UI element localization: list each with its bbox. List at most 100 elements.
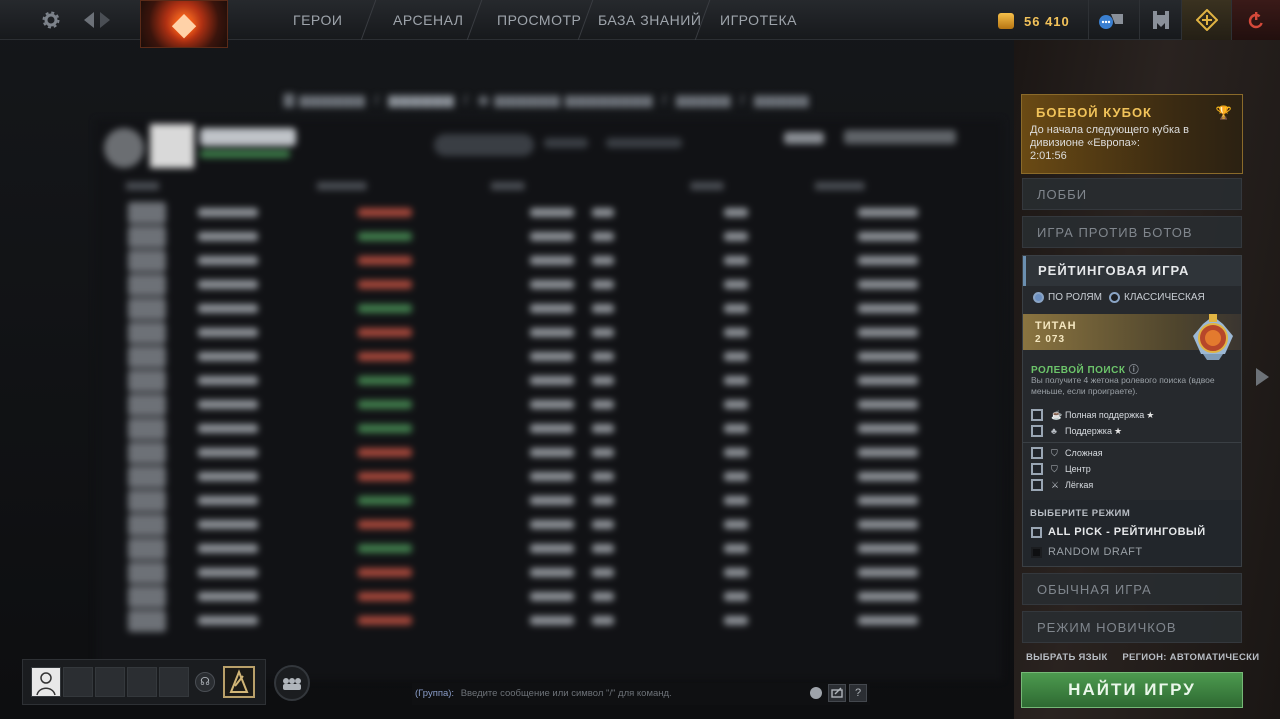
blurred-cell [198, 472, 258, 481]
radio-classic-label: КЛАССИЧЕСКАЯ [1124, 292, 1205, 303]
table-row [126, 370, 986, 392]
normal-game-button[interactable]: ОБЫЧНАЯ ИГРА [1022, 573, 1242, 605]
armory-icon[interactable] [1139, 0, 1181, 40]
blurred-cell [858, 520, 918, 529]
radio-by-roles[interactable]: ПО РОЛЯМ [1033, 292, 1102, 303]
mode-all-pick[interactable]: ALL PICK - РЕЙТИНГОВЫЙ [1031, 526, 1206, 538]
blurred-cell [724, 592, 748, 601]
hero-portrait [128, 418, 166, 440]
radio-classic[interactable]: КЛАССИЧЕСКАЯ [1109, 292, 1205, 303]
find-game-button[interactable]: НАЙТИ ИГРУ [1021, 672, 1243, 708]
table-row [126, 538, 986, 560]
chat-input[interactable]: Введите сообщение или символ "/" для ком… [461, 688, 672, 699]
blurred-cell [858, 496, 918, 505]
power-icon[interactable] [1231, 0, 1280, 40]
blurred-cell [530, 592, 574, 601]
blurred-cell [198, 376, 258, 385]
back-arrow-icon[interactable] [82, 6, 96, 34]
blurred-cell [198, 208, 258, 217]
blurred-cell [358, 376, 412, 385]
newbie-mode-button[interactable]: РЕЖИМ НОВИЧКОВ [1022, 611, 1242, 643]
choose-language-link[interactable]: ВЫБРАТЬ ЯЗЫК [1026, 652, 1108, 663]
table-row [126, 562, 986, 584]
checkbox[interactable] [1031, 546, 1042, 558]
checkbox[interactable] [1031, 409, 1043, 421]
empty-party-slot[interactable] [63, 667, 93, 697]
checkbox[interactable] [1031, 526, 1042, 538]
blurred-cell [858, 616, 918, 625]
role-search-description: Вы получите 4 жетона ролевого поиска (вд… [1031, 375, 1215, 396]
table-row [126, 466, 986, 488]
checkbox[interactable] [1031, 463, 1043, 475]
mode-select: ВЫБЕРИТЕ РЕЖИМ ALL PICK - РЕЙТИНГОВЫЙ RA… [1023, 500, 1241, 566]
blurred-cell [592, 400, 614, 409]
nav-knowledge-base[interactable]: БАЗА ЗНАНИЙ [598, 0, 701, 40]
nav-arsenal[interactable]: АРСЕНАЛ [393, 0, 463, 40]
blurred-cell [530, 544, 574, 553]
blurred-cell [858, 352, 918, 361]
headset-icon[interactable]: ☊ [195, 672, 215, 692]
blurred-cell [198, 496, 258, 505]
role-hard-support[interactable]: ☕ Полная поддержка ★ [1031, 408, 1154, 422]
region-link[interactable]: РЕГИОН: АВТОМАТИЧЕСКИ [1122, 652, 1259, 663]
role-soft-support[interactable]: ♣ Поддержка ★ [1031, 424, 1122, 438]
blurred-cell [198, 616, 258, 625]
blurred-cell [530, 424, 574, 433]
chat-icon[interactable] [1088, 0, 1130, 40]
share-icon[interactable] [828, 684, 846, 702]
gold-balance[interactable]: 56 410 [998, 8, 1070, 34]
blurred-cell [198, 256, 258, 265]
blurred-cell [198, 544, 258, 553]
bot-game-button[interactable]: ИГРА ПРОТИВ БОТОВ [1022, 216, 1242, 248]
role-label: Лёгкая [1065, 480, 1094, 490]
help-button[interactable]: ? [849, 684, 867, 702]
emoji-icon[interactable] [810, 687, 822, 699]
empty-party-slot[interactable] [95, 667, 125, 697]
blurred-cell [530, 616, 574, 625]
blurred-cell [724, 280, 748, 289]
ranked-title[interactable]: РЕЙТИНГОВАЯ ИГРА [1023, 256, 1241, 286]
nav-arcade[interactable]: ИГРОТЕКА [720, 0, 797, 40]
next-arrow-icon[interactable] [1256, 368, 1269, 386]
battle-pass-icon[interactable] [223, 666, 255, 698]
empty-party-slot[interactable] [159, 667, 189, 697]
role-safelane[interactable]: ⚔ Лёгкая [1031, 478, 1093, 492]
blurred-cell [724, 304, 748, 313]
forward-arrow-icon[interactable] [98, 6, 112, 34]
checkbox[interactable] [1031, 447, 1043, 459]
table-row [126, 298, 986, 320]
friends-group-icon[interactable] [274, 665, 310, 701]
blurred-cell [724, 232, 748, 241]
hero-portrait [128, 322, 166, 344]
hero-portrait [128, 586, 166, 608]
avatar[interactable] [31, 667, 61, 697]
nav-watch[interactable]: ПРОСМОТР [497, 0, 581, 40]
gear-icon[interactable] [40, 6, 62, 34]
hero-portrait [128, 202, 166, 224]
blurred-cell [358, 280, 412, 289]
nav-heroes[interactable]: ГЕРОИ [293, 0, 342, 40]
table-row [126, 274, 986, 296]
blurred-cell [358, 328, 412, 337]
mode-random-draft[interactable]: RANDOM DRAFT [1031, 546, 1143, 558]
blurred-cell [198, 424, 258, 433]
blurred-subnav: ▇ ▆▆▆▆▆▆ / ▆▆▆▆▆▆ / ◉ ▆▆▆▆▆▆ ▆▆▆▆▆▆▆▆ / … [284, 92, 810, 107]
rank-name: ТИТАН [1035, 320, 1077, 332]
role-offlane[interactable]: ⛉ Сложная [1031, 446, 1103, 460]
ranked-panel: РЕЙТИНГОВАЯ ИГРА ПО РОЛЯМ КЛАССИЧЕСКАЯ Т… [1022, 255, 1242, 567]
empty-party-slot[interactable] [127, 667, 157, 697]
blurred-cell [592, 352, 614, 361]
footer-links: ВЫБРАТЬ ЯЗЫК РЕГИОН: АВТОМАТИЧЕСКИ [1026, 652, 1259, 663]
party-bar: ☊ [22, 659, 266, 705]
lobby-button[interactable]: ЛОББИ [1022, 178, 1242, 210]
blurred-cell [592, 544, 614, 553]
role-mid[interactable]: ⛉ Центр [1031, 462, 1091, 476]
checkbox[interactable] [1031, 425, 1043, 437]
role-label: Сложная [1065, 448, 1103, 458]
blurred-cell [858, 232, 918, 241]
blurred-cell [592, 616, 614, 625]
battle-cup-panel[interactable]: БОЕВОЙ КУБОК 🏆 До начала следующего кубк… [1021, 94, 1243, 174]
checkbox[interactable] [1031, 479, 1043, 491]
mid-icon: ⛉ [1051, 463, 1058, 474]
plus-icon[interactable] [1181, 0, 1231, 40]
